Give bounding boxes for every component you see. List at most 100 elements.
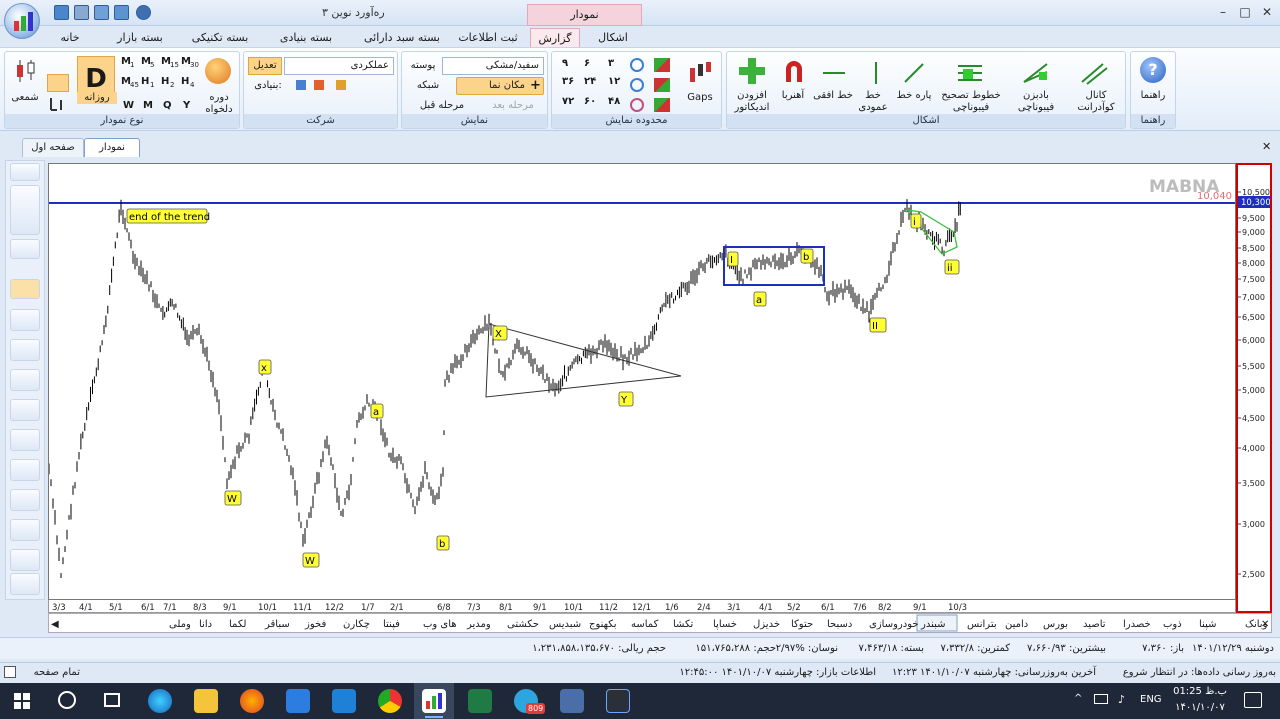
symbol-tab[interactable]: های وب: [423, 619, 457, 630]
tab-home[interactable]: خانه: [50, 28, 90, 48]
range-6[interactable]: ۶: [584, 58, 590, 70]
hour-h4-letter[interactable]: H: [181, 76, 189, 87]
fib-retracement-button[interactable]: خطوط تصحیح فیبوناچی: [935, 90, 1007, 114]
code-editor-icon[interactable]: [606, 689, 630, 713]
doc-tab-chart[interactable]: نمودار: [84, 138, 140, 157]
task-view-icon[interactable]: [104, 693, 120, 707]
adjust-button[interactable]: تعدیل: [248, 57, 282, 75]
magnet-button[interactable]: آهنربا: [773, 90, 813, 102]
symbol-tab[interactable]: چکارن: [343, 619, 370, 630]
symbol-prev-icon[interactable]: ◀: [51, 619, 59, 630]
mini-scroller[interactable]: [10, 185, 40, 235]
symbol-tab[interactable]: حکشتی: [507, 619, 539, 630]
tab-fundamental-pack[interactable]: بسته بنیادی: [266, 28, 346, 48]
range-12[interactable]: ۱۲: [608, 76, 620, 88]
fundamental-b-icon[interactable]: [296, 80, 306, 90]
segment-button[interactable]: پاره خط: [893, 90, 935, 102]
hour-h2-letter[interactable]: H: [161, 76, 169, 87]
range-3[interactable]: ۳: [608, 58, 614, 70]
pin-icon[interactable]: [10, 163, 40, 181]
quadrant-channel-button[interactable]: کانال کوآدرانت: [1067, 90, 1125, 114]
gaps-icon[interactable]: [686, 60, 714, 88]
add-indicator-button[interactable]: افزودن اندیکاتور: [729, 90, 775, 114]
fundamental-e-icon[interactable]: [314, 80, 324, 90]
range-48[interactable]: ۴۸: [608, 96, 620, 108]
company-select[interactable]: عملکردی: [284, 57, 394, 75]
save-icon[interactable]: [54, 5, 69, 20]
symbol-tab[interactable]: ذوب: [1163, 619, 1182, 630]
help-icon[interactable]: ?: [1140, 57, 1166, 83]
tab-portfolio-pack[interactable]: بسته سبد دارائی: [352, 28, 452, 48]
price-chart[interactable]: MABNA 10,040 end of the trend x W Wa b X Y Ia b I…: [48, 163, 1236, 600]
dropdown-icon[interactable]: [136, 5, 151, 20]
print-icon[interactable]: [74, 5, 89, 20]
symbol-tab[interactable]: خدیزل: [753, 619, 780, 630]
symbol-tab[interactable]: خساپا: [713, 619, 737, 630]
store-icon[interactable]: [286, 689, 310, 713]
symbol-tab[interactable]: تکشا: [673, 619, 693, 630]
add-indicator-icon[interactable]: [737, 56, 767, 86]
tab-market-pack[interactable]: بسته بازار: [100, 28, 180, 48]
period-q[interactable]: Q: [163, 100, 172, 111]
symbol-tab[interactable]: فپنتا: [383, 619, 400, 630]
rahavard-app-icon[interactable]: [422, 689, 446, 713]
firefox-icon[interactable]: [240, 689, 264, 713]
windows-start-icon[interactable]: [14, 693, 30, 709]
close-button[interactable]: ✕: [1256, 3, 1278, 21]
watch-icon[interactable]: [10, 279, 40, 299]
notification-icon[interactable]: [1244, 692, 1262, 708]
candle-button[interactable]: شمعی: [7, 92, 43, 104]
period-w[interactable]: W: [123, 100, 134, 111]
tab-data-entry[interactable]: ثبت اطلاعات: [458, 28, 518, 48]
language-indicator[interactable]: ENG: [1140, 694, 1162, 705]
doc-tab-home[interactable]: صفحه اول: [22, 138, 84, 157]
horizontal-line-button[interactable]: خط افقی: [813, 90, 853, 102]
tool-icon-2[interactable]: [10, 339, 40, 361]
tool-icon-8[interactable]: [10, 519, 40, 541]
symbol-tab[interactable]: کماسه: [631, 619, 659, 630]
tool-icon-4[interactable]: [10, 399, 40, 421]
fib-fan-icon[interactable]: [1021, 60, 1051, 86]
symbol-tab[interactable]: حتوکا: [791, 619, 813, 630]
file-explorer-icon[interactable]: [194, 689, 218, 713]
triangle-pattern[interactable]: [485, 323, 682, 398]
bar-type-icon[interactable]: [47, 74, 69, 92]
symbol-tab[interactable]: شبدیس: [549, 619, 581, 630]
prev-step-button[interactable]: مرحله قبل: [406, 100, 478, 112]
custom-period-button[interactable]: دوره دلخواه: [201, 92, 237, 116]
range-mix-icon[interactable]: [654, 98, 670, 112]
skin-select[interactable]: سفید/مشکی: [442, 57, 544, 75]
preview-icon[interactable]: [94, 5, 109, 20]
clock-date[interactable]: ۱۴۰۱/۱۰/۰۷: [1172, 702, 1228, 713]
segment-icon[interactable]: [901, 60, 927, 86]
minimize-button[interactable]: –: [1212, 3, 1234, 21]
fullscreen-label[interactable]: تمام صفحه: [20, 665, 80, 681]
chrome-icon[interactable]: [378, 689, 402, 713]
excel-icon[interactable]: [468, 689, 492, 713]
grid-toggle[interactable]: شبکه: [406, 80, 450, 92]
symbol-tab[interactable]: شبندر: [920, 619, 946, 630]
next-step-button[interactable]: مرحله بعد: [482, 100, 544, 112]
line-type-icon[interactable]: [47, 96, 69, 112]
vertical-line-button[interactable]: خط عمودی: [853, 90, 893, 114]
symbol-tab[interactable]: خصدرا: [1123, 619, 1151, 630]
symbol-tab[interactable]: بکهنوج: [589, 619, 617, 630]
tray-chevron-icon[interactable]: ^: [1074, 693, 1082, 704]
volume-icon[interactable]: ♪: [1118, 693, 1125, 706]
custom-period-icon[interactable]: [205, 58, 231, 84]
maximize-button[interactable]: □: [1234, 3, 1256, 21]
network-icon[interactable]: [1094, 694, 1108, 704]
symbol-tab[interactable]: وبانک: [1245, 619, 1268, 630]
tool-icon-7[interactable]: [10, 489, 40, 511]
symbol-tab[interactable]: بترانس: [967, 619, 997, 630]
zoom-in-icon[interactable]: [630, 58, 644, 72]
tab-shapes[interactable]: اشکال: [588, 28, 638, 48]
symbol-tab[interactable]: ومدیر: [466, 619, 491, 630]
tool-icon-1[interactable]: [10, 309, 40, 331]
symbol-tab[interactable]: دانا: [199, 619, 212, 630]
range-9[interactable]: ۹: [562, 58, 568, 70]
search-icon[interactable]: [58, 691, 76, 709]
symbol-tab[interactable]: شپنا: [1199, 619, 1216, 630]
vertical-line-icon[interactable]: [863, 60, 889, 86]
fullscreen-icon[interactable]: [4, 666, 16, 678]
